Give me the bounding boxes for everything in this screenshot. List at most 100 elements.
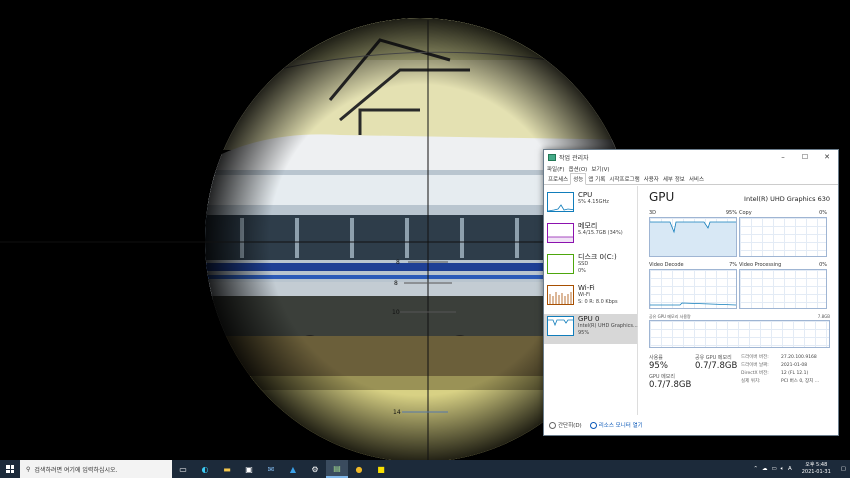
resource-name: GPU 0: [578, 315, 600, 323]
resource-sub2: 0%: [578, 268, 586, 274]
title-bar[interactable]: 작업 관리자 – ☐ ✕: [544, 150, 838, 164]
store-icon[interactable]: ▣: [238, 460, 260, 478]
resource-wifi[interactable]: Wi-Fi Wi-Fi S: 0 R: 8.0 Kbps: [544, 283, 637, 313]
engine-video-decode-graph: [649, 269, 737, 309]
detail-key: 실제 위치:: [741, 379, 761, 384]
network-icon[interactable]: ▭: [771, 466, 776, 472]
cloud-icon[interactable]: ☁: [762, 466, 768, 472]
resource-name: Wi-Fi: [578, 284, 595, 292]
gpu-title: GPU: [649, 190, 675, 204]
tab-app-history[interactable]: 앱 기록: [586, 174, 607, 184]
engine-video-decode-select[interactable]: Video Decode: [649, 262, 684, 269]
reticle-mark-1: 8: [396, 259, 400, 266]
clock[interactable]: 오후 5:48 2021-01-31: [802, 462, 831, 476]
menu-options[interactable]: 옵션(O): [569, 165, 588, 173]
resource-monitor-label: 리소스 모니터 열기: [598, 423, 643, 429]
engine-copy-graph: [739, 217, 827, 257]
wifi-thumbnail-graph: [547, 285, 574, 305]
chevron-up-icon: [549, 421, 556, 429]
maximize-button[interactable]: ☐: [794, 150, 816, 164]
resource-name: 디스크 0(C:): [578, 253, 617, 261]
tab-processes[interactable]: 프로세스: [546, 174, 570, 184]
gpu-memory-label: GPU 메모리: [649, 374, 675, 380]
engine-3d-pct: 95%: [725, 210, 737, 216]
engine-copy-select[interactable]: Copy: [739, 210, 752, 217]
resource-monitor-link[interactable]: 리소스 모니터 열기: [589, 421, 643, 429]
chevron-up-icon[interactable]: ⌃: [753, 466, 758, 472]
resource-sub2: 95%: [578, 330, 590, 336]
shared-gpu-memory-value: 0.7/7.8GB: [695, 361, 738, 371]
fewer-details-button[interactable]: 간단히(D): [549, 421, 582, 429]
detail-key: 드라이버 버전:: [741, 355, 769, 360]
resource-name: 메모리: [578, 222, 598, 230]
resource-sub: 5.4/15.7GB (34%): [578, 230, 623, 236]
resource-list: CPU 5% 4.15GHz 메모리 5.4/15.7GB (34%) 디스크 …: [544, 186, 638, 415]
resource-sub2: S: 0 R: 8.0 Kbps: [578, 299, 618, 305]
volume-icon[interactable]: 🔈︎: [781, 466, 784, 473]
shared-gpu-memory-label: 공유 GPU 메모리: [695, 355, 732, 361]
kakaotalk-icon[interactable]: ■: [370, 460, 392, 478]
notification-icon[interactable]: ▢: [841, 466, 846, 472]
tab-details[interactable]: 세부 정보: [661, 174, 687, 184]
windows-logo-icon: [6, 465, 14, 473]
ime-indicator[interactable]: A: [788, 466, 792, 472]
detail-value: 2021-01-08: [781, 363, 808, 368]
resource-sub: SSD: [578, 261, 589, 267]
close-button[interactable]: ✕: [816, 150, 838, 164]
detail-value: 12 (FL 12.1): [781, 371, 809, 376]
task-manager-taskbar-icon[interactable]: ▤: [326, 460, 348, 478]
menu-view[interactable]: 보기(V): [591, 165, 609, 173]
engine-3d-select[interactable]: 3D: [649, 210, 656, 217]
resource-monitor-icon: [589, 421, 597, 429]
resource-name: CPU: [578, 191, 593, 199]
resource-sub: 5% 4.15GHz: [578, 199, 609, 205]
gpu-detail-pane: GPU Intel(R) UHD Graphics 630 3D 95% Copy…: [638, 186, 838, 415]
window-footer: 간단히(D) 리소스 모니터 열기: [544, 415, 838, 435]
resource-sub: Wi-Fi: [578, 292, 590, 298]
gpu-details-list: 드라이버 버전: 27.20.100.9168 드라이버 날짜: 2021-01-0…: [741, 354, 819, 392]
system-tray: ⌃ ☁ ▭ 🔈︎ A 오후 5:48 2021-01-31 ▢: [753, 460, 850, 478]
tab-users[interactable]: 사용자: [642, 174, 661, 184]
chrome-icon[interactable]: ●: [348, 460, 370, 478]
clock-date: 2021-01-31: [801, 469, 831, 475]
app-blue-icon[interactable]: ▲: [282, 460, 304, 478]
settings-icon[interactable]: ⚙: [304, 460, 326, 478]
resource-cpu[interactable]: CPU 5% 4.15GHz: [544, 190, 637, 220]
disk-thumbnail-graph: [547, 254, 574, 274]
edge-icon[interactable]: ◐: [194, 460, 216, 478]
file-explorer-icon[interactable]: ▬: [216, 460, 238, 478]
task-manager-icon: [548, 153, 556, 161]
resource-sub: Intel(R) UHD Graphics...: [578, 323, 638, 329]
gpu-model: Intel(R) UHD Graphics 630: [744, 195, 830, 203]
resource-gpu0[interactable]: GPU 0 Intel(R) UHD Graphics... 95%: [544, 314, 638, 344]
utilization-label: 사용률: [649, 355, 663, 361]
minimize-button[interactable]: –: [772, 150, 794, 164]
start-button[interactable]: [0, 460, 20, 478]
task-view-icon[interactable]: ▭: [172, 460, 194, 478]
window-title: 작업 관리자: [559, 154, 589, 162]
detail-key: 드라이버 날짜:: [741, 363, 769, 368]
tab-performance[interactable]: 성능: [570, 173, 587, 185]
menu-file[interactable]: 파일(F): [547, 165, 565, 173]
taskbar-search-box[interactable]: ⚲ 검색하려면 여기에 입력하십시오.: [20, 460, 172, 478]
shared-memory-label: 공유 GPU 메모리 사용량: [649, 314, 691, 319]
engine-copy-pct: 0%: [819, 210, 827, 216]
utilization-value: 95%: [649, 361, 668, 371]
tab-services[interactable]: 서비스: [687, 174, 706, 184]
fewer-details-label: 간단히(D): [558, 423, 582, 429]
task-manager-window[interactable]: 작업 관리자 – ☐ ✕ 파일(F) 옵션(O) 보기(V) 프로세스 성능 앱…: [543, 149, 839, 436]
engine-video-processing-pct: 0%: [819, 262, 827, 268]
search-icon: ⚲: [26, 465, 31, 473]
resource-disk[interactable]: 디스크 0(C:) SSD 0%: [544, 252, 637, 282]
reticle-mark-4: 14: [393, 409, 401, 416]
tab-strip: 프로세스 성능 앱 기록 시작프로그램 사용자 세부 정보 서비스: [544, 173, 838, 185]
cpu-thumbnail-graph: [547, 192, 574, 212]
resource-memory[interactable]: 메모리 5.4/15.7GB (34%): [544, 221, 637, 251]
engine-video-processing-select[interactable]: Video Processing: [739, 262, 781, 269]
taskbar: ⚲ 검색하려면 여기에 입력하십시오. ▭ ◐ ▬ ▣ ✉ ▲ ⚙ ▤ ● ■ …: [0, 460, 850, 478]
tab-startup[interactable]: 시작프로그램: [607, 174, 641, 184]
mail-icon[interactable]: ✉: [260, 460, 282, 478]
search-placeholder: 검색하려면 여기에 입력하십시오.: [34, 466, 118, 474]
engine-3d-graph: [649, 217, 737, 257]
detail-key: DirectX 버전:: [741, 371, 769, 376]
